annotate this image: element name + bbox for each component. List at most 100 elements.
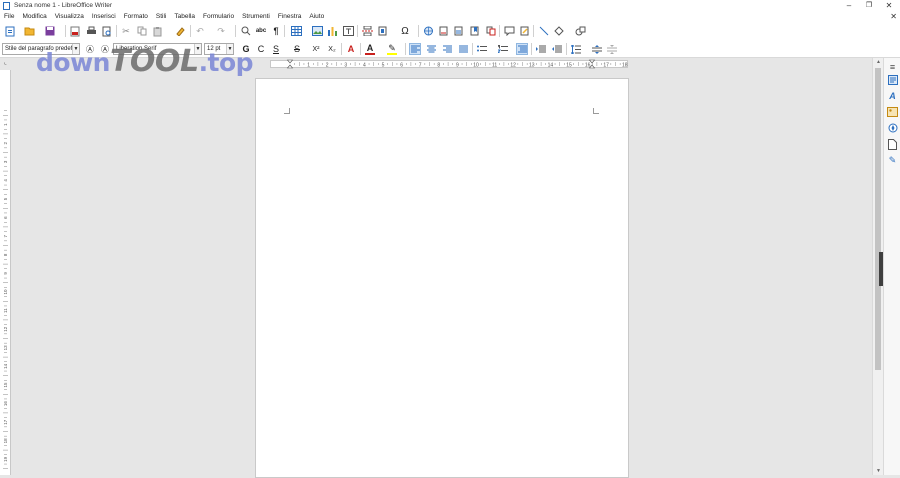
decrease-paragraph-spacing-icon[interactable] [606,43,618,55]
ruler-number: 18 [3,438,8,444]
writer-app-icon [3,1,10,10]
paste-icon[interactable] [152,25,164,37]
undo-icon[interactable]: ↶ [194,25,206,37]
align-left-icon[interactable] [409,43,421,55]
style-inspector-icon[interactable]: ✎ [886,154,899,166]
subscript-button[interactable]: X₂ [326,43,338,55]
justify-icon[interactable] [457,43,469,55]
basic-shapes-icon[interactable] [553,25,565,37]
menu-help[interactable]: Aiuto [309,13,324,20]
menu-window[interactable]: Finestra [278,13,301,20]
strikethrough-button[interactable]: S [291,43,303,55]
vertical-ruler-ticks: 12345678910111213141516171819 [3,110,8,469]
menu-format[interactable]: Formato [124,13,148,20]
cross-reference-icon[interactable] [485,25,497,37]
toolbar-separator [284,25,285,37]
draw-functions-icon[interactable] [574,25,586,37]
ruler-number: 16 [3,401,8,407]
footnote-icon[interactable] [438,25,450,37]
toolbar-separator [531,43,532,55]
highlight-color-icon[interactable]: ✎ [386,43,398,55]
special-character-icon[interactable]: Ω [399,25,411,37]
menu-table[interactable]: Tabella [174,13,195,20]
close-window-button[interactable]: ✕ [878,0,900,11]
underline-button[interactable]: S [270,43,282,55]
toolbar-separator [190,25,191,37]
save-icon[interactable] [44,25,56,37]
bookmark-icon[interactable] [469,25,481,37]
insert-textbox-icon[interactable] [342,25,354,37]
numbered-list-icon[interactable] [497,43,509,55]
align-right-icon[interactable] [441,43,453,55]
redo-icon[interactable]: ↷ [215,25,227,37]
open-icon[interactable] [23,25,35,37]
sidebar-menu-icon[interactable]: ≡ [886,61,899,73]
menu-tools[interactable]: Strumenti [242,13,270,20]
vertical-ruler[interactable]: 1 2 3 4 5 6 7 8 9 10 11 12 13 14 15 16 17 18 19 [0,70,11,475]
ruler-number: 3 [3,160,8,163]
print-preview-icon[interactable] [101,25,113,37]
line-spacing-icon[interactable] [570,43,582,55]
clear-formatting-icon[interactable]: A [345,43,357,55]
menu-styles[interactable]: Stili [156,13,166,20]
insert-image-icon[interactable] [311,25,323,37]
page-icon[interactable] [886,138,899,150]
export-pdf-icon[interactable] [69,25,81,37]
toolbar-separator [341,43,342,55]
formatting-marks-icon[interactable]: ¶ [270,25,282,37]
clone-formatting-icon[interactable] [174,25,186,37]
minimize-button[interactable]: – [838,0,860,11]
line-icon[interactable] [538,25,550,37]
menu-insert[interactable]: Inserisci [92,13,116,20]
cut-icon[interactable]: ✂ [120,25,132,37]
insert-chart-icon[interactable] [326,25,338,37]
text-boundary-corner [284,108,290,114]
find-replace-icon[interactable] [240,25,252,37]
navigator-icon[interactable] [886,122,899,134]
watermark-part-3: .top [198,48,254,77]
restore-button[interactable]: ❐ [858,0,880,11]
ruler-number: 14 [548,63,554,69]
scrollbar-thumb[interactable] [875,68,881,370]
outline-list-icon[interactable] [516,43,528,55]
new-document-icon[interactable] [4,25,16,37]
insert-table-icon[interactable] [290,25,302,37]
menu-view[interactable]: Visualizza [55,13,84,20]
document-page[interactable] [255,78,629,478]
ruler-number: 6 [400,63,403,69]
ruler-number: 8 [437,63,440,69]
close-document-button[interactable]: ✕ [890,11,897,22]
gallery-icon[interactable] [886,106,899,118]
align-center-icon[interactable] [425,43,437,55]
ruler-number: 8 [3,253,8,256]
spelling-icon[interactable]: abc [255,25,267,37]
ruler-number: 11 [492,63,497,69]
print-icon[interactable] [85,25,97,37]
hyperlink-icon[interactable] [422,25,434,37]
properties-icon[interactable] [886,74,899,86]
font-color-icon[interactable]: A [364,43,376,55]
ruler-number: 12 [510,63,516,69]
endnote-icon[interactable] [453,25,465,37]
menu-form[interactable]: Formulario [203,13,234,20]
bulleted-list-icon[interactable] [476,43,488,55]
title-bar: Senza nome 1 - LibreOffice Writer – ❐ ✕ [0,0,900,11]
indent-marker[interactable] [286,59,294,69]
italic-button[interactable]: C [255,43,267,55]
page-break-icon[interactable] [361,25,373,37]
comment-icon[interactable] [503,25,515,37]
styles-icon[interactable]: A [886,90,899,102]
menu-file[interactable]: File [4,13,14,20]
ruler-number: 7 [419,63,422,69]
track-changes-icon[interactable] [519,25,531,37]
increase-paragraph-spacing-icon[interactable] [591,43,603,55]
increase-indent-icon[interactable] [535,43,547,55]
menu-edit[interactable]: Modifica [22,13,46,20]
ruler-number: 12 [3,326,8,332]
superscript-button[interactable]: X² [310,43,322,55]
ruler-number: 13 [3,345,8,351]
copy-icon[interactable] [136,25,148,37]
decrease-indent-icon[interactable] [551,43,563,55]
insert-field-icon[interactable] [377,25,389,37]
toolbar-separator [235,25,236,37]
